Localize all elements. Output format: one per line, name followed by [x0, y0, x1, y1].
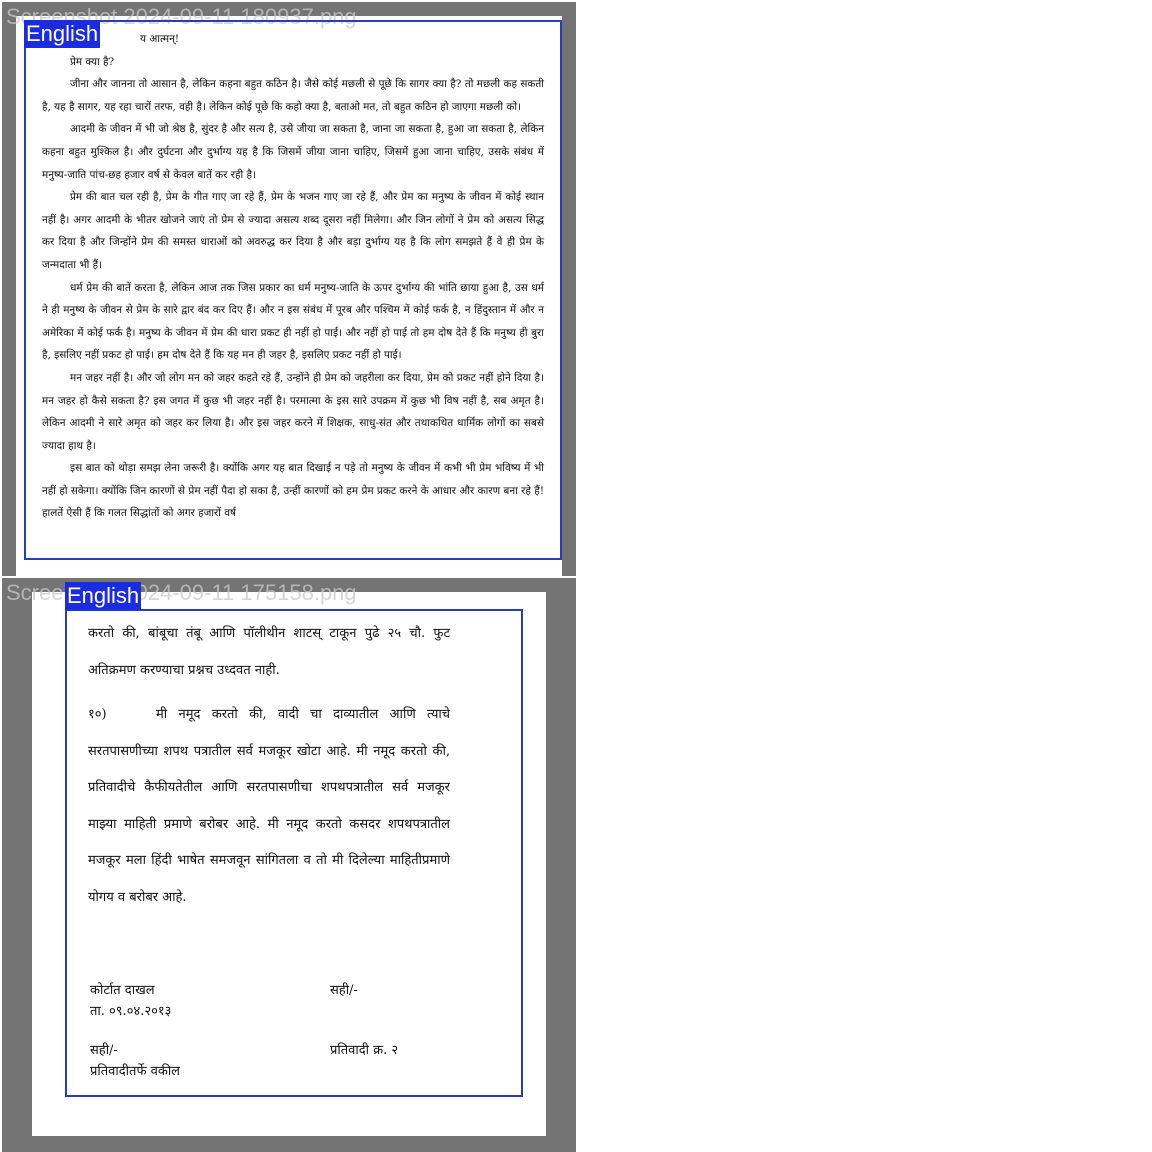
- scanned-page-marathi: करतो की, बांबूचा तंबू आणि पॉलीथीन शाटस् …: [32, 592, 546, 1136]
- language-tag: English: [24, 20, 101, 48]
- paragraph-5: मन जहर नहीं है। और जो लोग मन को जहर कहते…: [42, 371, 544, 452]
- screenshot-tile-1: य आत्मन्! प्रेम क्या है? जीना और जानना त…: [2, 2, 576, 576]
- defendant-block: प्रतिवादी क्र. २: [330, 1040, 398, 1061]
- screenshot-tile-2: करतो की, बांबूचा तंबू आणि पॉलीथीन शाटस् …: [2, 578, 576, 1152]
- paragraph-3: प्रेम की बात चल रही है, प्रेम के गीत गाए…: [42, 191, 544, 271]
- question-line: प्रेम क्या है?: [70, 55, 115, 68]
- court-filing-block: कोर्टात दाखल ता. ०९.०४.२०१३: [90, 980, 171, 1022]
- advocate-signature: सही/-: [90, 1043, 118, 1058]
- marathi-document-body: करतो की, बांबूचा तंबू आणि पॉलीथीन शाटस् …: [88, 616, 450, 916]
- advocate-label: प्रतिवादीतर्फे वकील: [90, 1064, 180, 1079]
- scanned-page-hindi: य आत्मन्! प्रेम क्या है? जीना और जानना त…: [16, 16, 562, 576]
- paragraph-2: आदमी के जीवन में भी जो श्रेष्ठ है, सुंदर…: [42, 123, 544, 181]
- defendant-label: प्रतिवादी क्र. २: [330, 1043, 399, 1058]
- signature-block-right-1: सही/-: [330, 980, 358, 1001]
- court-filing-date: ता. ०९.०४.२०१३: [90, 1004, 172, 1019]
- screenshot-filename: Screenshot 2024-09-11 175158.png: [6, 580, 357, 605]
- greeting-line: य आत्मन्!: [140, 33, 180, 45]
- signature-mark: सही/-: [330, 983, 358, 998]
- paragraph-6: इस बात को थोड़ा समझ लेना जरूरी है। क्यों…: [42, 462, 544, 520]
- paragraph-number: १०): [88, 707, 107, 722]
- paragraph-1: जीना और जानना तो आसान है, लेकिन कहना बहु…: [42, 78, 544, 113]
- language-tag: English: [65, 582, 142, 610]
- paragraph-4: धर्म प्रेम की बातें करता है, लेकिन आज तक…: [42, 281, 544, 362]
- paragraph-top: करतो की, बांबूचा तंबू आणि पॉलीथीन शाटस् …: [88, 626, 450, 678]
- advocate-block: सही/- प्रतिवादीतर्फे वकील: [90, 1040, 180, 1082]
- court-filing-label: कोर्टात दाखल: [90, 983, 155, 998]
- hindi-text-body: य आत्मन्! प्रेम क्या है? जीना और जानना त…: [42, 28, 544, 525]
- paragraph-main: मी नमूद करतो की, वादी चा दाव्यातील आणि त…: [88, 707, 450, 905]
